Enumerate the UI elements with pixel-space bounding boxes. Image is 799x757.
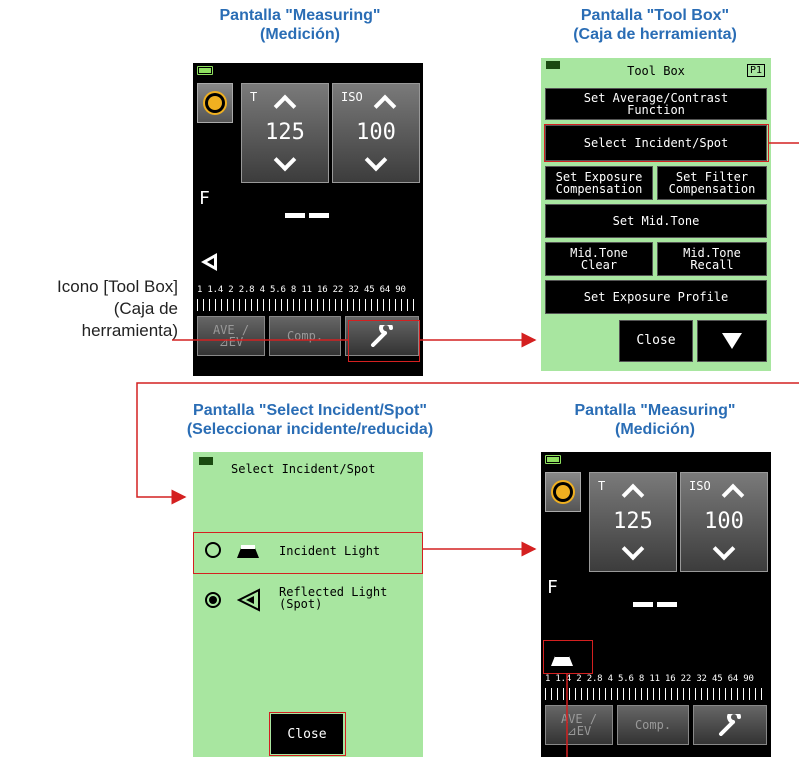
shutter-value: 125 (613, 509, 653, 534)
chevron-up-icon[interactable] (721, 483, 745, 507)
caption-measuring-top: Pantalla "Measuring" (Medición) (219, 7, 381, 43)
next-page-button[interactable] (697, 320, 767, 362)
reflected-light-icon (201, 253, 217, 271)
f-label: F (547, 577, 558, 598)
wrench-icon (719, 714, 741, 736)
t-label: T (250, 90, 258, 104)
iso-value: 100 (704, 509, 744, 534)
sun-icon (208, 96, 222, 110)
comp-button[interactable]: Comp. (269, 316, 341, 356)
scale-ticks (545, 688, 767, 700)
toolbox-title: Tool Box (627, 64, 685, 78)
aperture-scale: 1 1.4 2 2.8 4 5.6 8 11 16 22 32 45 64 90 (545, 674, 754, 684)
battery-icon (197, 66, 213, 75)
measuring-screen-bottom: T 125 ISO 100 F 1 1.4 2 2.8 4 5.6 8 11 1… (541, 452, 771, 757)
toolbox-button[interactable] (693, 705, 767, 745)
ambient-mode-button[interactable] (545, 472, 581, 512)
toolbox-icon-label: Icono [Tool Box] (Caja de herramienta) (57, 277, 178, 340)
chevron-up-icon[interactable] (621, 483, 645, 507)
ave-ev-button[interactable]: AVE / ⊿EV (545, 705, 613, 745)
iso-label: ISO (689, 479, 711, 493)
chevron-down-icon[interactable] (273, 148, 297, 172)
scale-ticks (197, 299, 419, 311)
triangle-down-icon (722, 333, 742, 349)
ave-ev-button[interactable]: AVE / ⊿EV (197, 316, 265, 356)
f-label: F (199, 188, 210, 209)
comp-button[interactable]: Comp. (617, 705, 689, 745)
t-label: T (598, 479, 606, 493)
sun-icon (556, 485, 570, 499)
iso-box[interactable]: ISO 100 (332, 83, 420, 183)
page-indicator: P1 (746, 64, 765, 77)
dash (285, 213, 305, 218)
chevron-up-icon[interactable] (373, 94, 397, 118)
battery-icon (545, 455, 561, 464)
shutter-speed-box[interactable]: T 125 (589, 472, 677, 572)
caption-measuring-bottom: Pantalla "Measuring" (Medición) (574, 402, 736, 438)
reflected-light-label: Reflected Light (Spot) (279, 585, 388, 611)
set-filter-compensation-button[interactable]: Set Filter Compensation (657, 166, 767, 200)
aperture-scale: 1 1.4 2 2.8 4 5.6 8 11 16 22 32 45 64 90 (197, 285, 406, 295)
caption-toolbox: Pantalla "Tool Box" (Caja de herramienta… (573, 7, 737, 43)
ambient-mode-button[interactable] (197, 83, 233, 123)
mid-tone-recall-button[interactable]: Mid.Tone Recall (657, 242, 767, 276)
set-exposure-profile-button[interactable]: Set Exposure Profile (545, 280, 767, 314)
shutter-value: 125 (265, 120, 305, 145)
set-exposure-compensation-button[interactable]: Set Exposure Compensation (545, 166, 653, 200)
select-title: Select Incident/Spot (231, 462, 376, 476)
battery-icon (199, 457, 213, 465)
set-mid-tone-button[interactable]: Set Mid.Tone (545, 204, 767, 238)
highlight-toolbox-icon (348, 320, 420, 362)
chevron-down-icon[interactable] (364, 148, 388, 172)
caption-select: Pantalla "Select Incident/Spot" (Selecci… (186, 402, 434, 438)
dash (633, 602, 653, 607)
chevron-down-icon[interactable] (712, 537, 736, 561)
highlight-close (269, 712, 346, 756)
reflected-light-icon (237, 588, 260, 612)
iso-box[interactable]: ISO 100 (680, 472, 768, 572)
iso-value: 100 (356, 120, 396, 145)
mid-tone-clear-button[interactable]: Mid.Tone Clear (545, 242, 653, 276)
chevron-up-icon[interactable] (273, 94, 297, 118)
iso-label: ISO (341, 90, 363, 104)
chevron-down-icon[interactable] (621, 537, 645, 561)
set-average-contrast-button[interactable]: Set Average/Contrast Function (545, 88, 767, 120)
dash (657, 602, 677, 607)
highlight-incident-light (193, 532, 423, 574)
dash (309, 213, 329, 218)
toolbox-screen: Tool Box P1 Set Average/Contrast Functio… (541, 58, 771, 371)
close-button[interactable]: Close (619, 320, 693, 362)
shutter-speed-box[interactable]: T 125 (241, 83, 329, 183)
highlight-select-incident (544, 124, 769, 162)
radio-reflected[interactable] (205, 592, 221, 608)
highlight-incident-icon (543, 640, 593, 674)
